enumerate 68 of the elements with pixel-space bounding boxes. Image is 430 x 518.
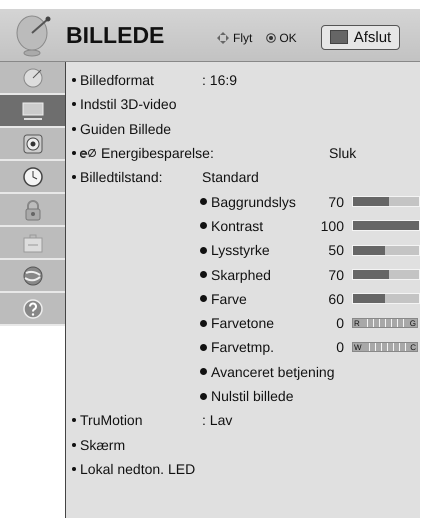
bullet-icon [200, 271, 207, 278]
menu-item-label[interactable]: Billedtilstand: [80, 169, 162, 186]
speaker-icon [20, 132, 44, 154]
bullet-icon [200, 198, 207, 206]
bar-end-label: R [354, 318, 360, 328]
sidebar-item[interactable] [0, 260, 65, 293]
menu-item-label[interactable]: Farvetone [211, 315, 274, 332]
exit-button[interactable]: Afslut [320, 24, 400, 50]
exit-key-icon [330, 30, 348, 44]
bar-end-label: G [410, 318, 416, 328]
setting-value: 0 [335, 339, 344, 356]
bullet-icon [200, 368, 207, 376]
setting-value: 70 [327, 194, 344, 210]
bar-end-label: C [410, 342, 416, 352]
menu-title: BILLEDE [66, 22, 166, 48]
setting-value: 0 [335, 315, 344, 332]
ok-button-icon [266, 33, 276, 43]
bullet-icon [72, 102, 76, 106]
eco-icon [80, 148, 97, 158]
menu-item-label[interactable]: Skærm [80, 436, 126, 453]
bullet-icon [72, 442, 76, 447]
sidebar-item[interactable] [0, 128, 65, 161]
menu-item-label[interactable]: Indstil 3D-video [80, 96, 176, 112]
menu-item-label[interactable]: Energibesparelse: [101, 145, 214, 162]
setting-value: : Lav [202, 412, 232, 428]
setting-value: 60 [327, 290, 344, 307]
sidebar-item[interactable] [0, 95, 65, 128]
menu-item-label[interactable]: Farve [211, 290, 247, 307]
setting-value: Sluk [329, 145, 356, 162]
menu-item-label[interactable]: Farvetmp. [211, 339, 274, 356]
setting-value: Standard [202, 169, 259, 186]
bullet-icon [200, 222, 207, 230]
bullet-icon [72, 151, 76, 156]
menu-item-label[interactable]: Lysstyrke [211, 242, 270, 258]
bullet-icon [72, 418, 76, 422]
bullet-icon [72, 126, 76, 131]
sidebar-item[interactable] [0, 161, 65, 194]
clock-icon [20, 166, 44, 188]
hint-label: Flyt [233, 31, 252, 45]
toolbox-icon [20, 232, 44, 254]
menu-item-label[interactable]: Guiden Billede [80, 120, 172, 137]
satellite-dish-icon [20, 66, 44, 88]
hint-label: OK [279, 31, 297, 45]
setting-value: 70 [327, 266, 344, 283]
bar-end-label: W [354, 342, 362, 352]
help-icon [20, 298, 44, 320]
menu-item-label[interactable]: Kontrast [211, 218, 264, 234]
bullet-icon [200, 246, 207, 254]
bullet-icon [72, 466, 76, 471]
tv-icon [20, 100, 44, 122]
setting-value: : 16:9 [202, 72, 238, 88]
globe-icon [20, 264, 44, 286]
menu-item-label[interactable]: Avanceret betjening [211, 364, 334, 380]
bullet-icon [200, 320, 207, 327]
setting-value: 100 [320, 218, 344, 234]
bullet-icon [72, 78, 76, 82]
bullet-icon [200, 392, 207, 400]
setting-value: 50 [327, 242, 344, 258]
menu-item-label[interactable]: Lokal nedton. LED [80, 460, 196, 477]
move-arrows-icon [216, 31, 230, 45]
bullet-icon [72, 175, 76, 180]
bullet-icon [200, 295, 207, 302]
bullet-icon [200, 344, 207, 351]
menu-item-label[interactable]: Skarphed [211, 266, 271, 283]
menu-item-label[interactable]: Baggrundslys [211, 194, 296, 210]
menu-item-label[interactable]: Nulstil billede [211, 388, 294, 404]
menu-item-label[interactable]: Billedformat [80, 72, 154, 88]
menu-item-label[interactable]: TruMotion [80, 412, 143, 428]
